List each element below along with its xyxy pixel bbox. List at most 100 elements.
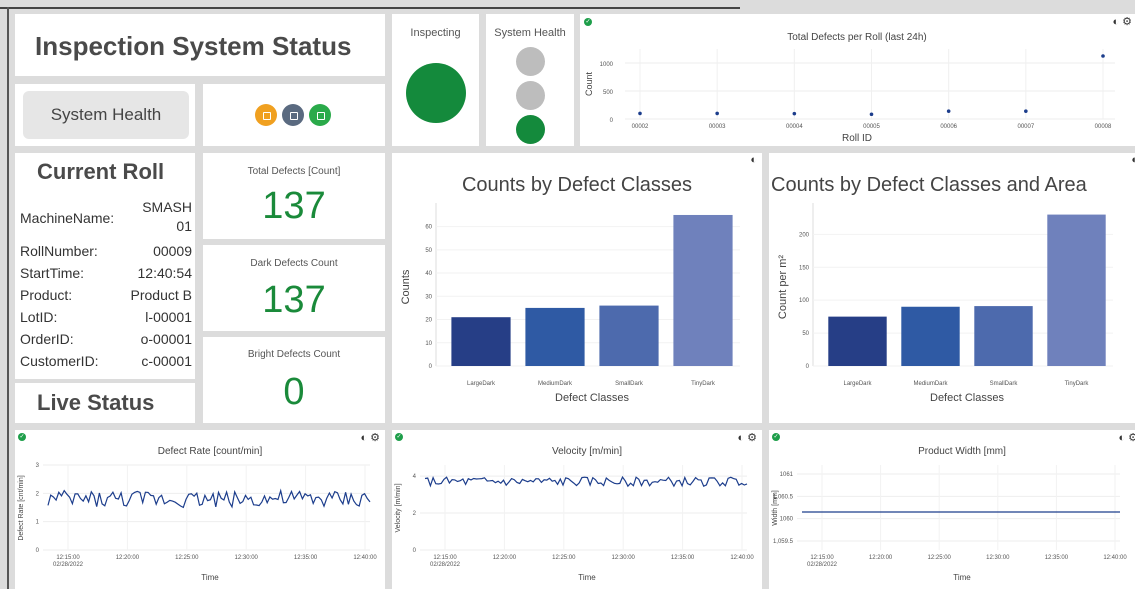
x-date-label: 02/28/2022 <box>53 562 84 568</box>
x-tick-label: 12:15:00 <box>56 555 80 561</box>
roll-field-value: c-00001 <box>141 353 192 369</box>
gear-icon[interactable]: ⚙ <box>1122 16 1135 28</box>
status-light-ok <box>309 104 331 126</box>
gear-icon[interactable]: ⚙ <box>747 432 760 444</box>
defect-rate-chart: Defect Rate [count/min] Time Defect Rate [… <box>18 446 377 582</box>
metric-bright-defects: Bright Defects Count 0 <box>203 337 385 423</box>
y-tick-label: 3 <box>36 463 40 469</box>
current-roll-details: MachineName: SMASH 01 RollNumber: 00009 Star… <box>15 191 195 379</box>
y-tick-label: 150 <box>799 265 810 271</box>
toggle-icon[interactable]: ◐ <box>1131 154 1135 166</box>
status-light-warning <box>255 104 277 126</box>
roll-field-key: LotID: <box>20 309 58 325</box>
x-tick-label: 00005 <box>863 124 880 130</box>
y-tick-label: 0 <box>36 548 40 554</box>
roll-field-key: Product: <box>20 287 73 303</box>
chart-tools: ◐⚙ <box>737 431 760 444</box>
y-tick-label: 1,059.5 <box>773 539 794 545</box>
y-tick-label: 2 <box>36 491 40 497</box>
x-tick-label: 12:15:00 <box>433 555 457 561</box>
roll-field-key: MachineName: <box>20 210 115 226</box>
roll-field-value: o-00001 <box>140 331 192 347</box>
data-point <box>715 111 719 116</box>
x-tick-label: 00002 <box>632 124 649 130</box>
toggle-icon[interactable]: ◐ <box>360 432 370 444</box>
y-tick-label: 500 <box>603 90 614 96</box>
x-tick-label: MediumDark <box>538 381 573 387</box>
inspecting-panel: Inspecting <box>392 14 479 146</box>
roll-field-key: CustomerID: <box>20 353 99 369</box>
y-tick-label: 0 <box>413 548 417 554</box>
bar <box>599 305 659 366</box>
x-tick-label: 12:20:00 <box>493 555 517 561</box>
counts-by-class-chart: Counts by Defect Classes Defect Classes Co… <box>400 174 740 404</box>
x-tick-label: MediumDark <box>913 381 948 387</box>
y-tick-label: 0 <box>429 364 433 370</box>
x-tick-label: SmallDark <box>990 381 1019 387</box>
defects-per-roll-chart: Total Defects per Roll (last 24h) Roll ID… <box>584 32 1115 144</box>
roll-field-value: l-00001 <box>145 309 192 325</box>
y-tick-label: 0 <box>806 364 810 370</box>
y-tick-label: 0 <box>610 118 614 124</box>
x-tick-label: 12:35:00 <box>1045 555 1069 561</box>
product-width-panel: ✓ ◐⚙ Product Width [mm]TimeWidth [mm]1,0… <box>769 430 1135 589</box>
roll-field-key: OrderID: <box>20 331 74 347</box>
chart-title: Velocity [m/min] <box>552 446 622 457</box>
data-point <box>638 111 642 116</box>
title-panel: Inspection System Status <box>15 14 385 76</box>
gear-icon[interactable]: ⚙ <box>1128 432 1135 444</box>
y-tick-label: 1060 <box>780 517 794 523</box>
metric-value: 137 <box>262 185 326 227</box>
system-health-light <box>516 47 545 76</box>
metric-label: Total Defects [Count] <box>247 166 341 177</box>
x-tick-label: SmallDark <box>615 381 644 387</box>
y-tick-label: 1061 <box>780 472 794 478</box>
product-width-chart: Product Width [mm]TimeWidth [mm]1,059.51… <box>772 446 1127 582</box>
metric-dark-defects: Dark Defects Count 137 <box>203 245 385 331</box>
data-point <box>1101 54 1105 58</box>
page-title: Inspection System Status <box>35 31 352 61</box>
toggle-icon[interactable]: ◐ <box>1112 16 1122 28</box>
x-tick-label: 12:25:00 <box>552 555 576 561</box>
metric-label: Dark Defects Count <box>250 258 338 269</box>
x-tick-label: 00006 <box>940 124 957 130</box>
y-axis-label: Velocity [m/min] <box>395 483 402 532</box>
chart-title: Counts by Defect Classes <box>462 174 692 196</box>
roll-field-value: Product B <box>130 287 192 303</box>
toggle-icon[interactable]: ◐ <box>1118 432 1128 444</box>
metric-value: 137 <box>262 279 326 321</box>
toggle-icon[interactable]: ◐ <box>750 154 760 166</box>
y-tick-label: 50 <box>425 248 432 254</box>
toggle-icon[interactable]: ◐ <box>737 432 747 444</box>
system-health-button[interactable]: System Health <box>23 91 189 139</box>
y-tick-label: 1000 <box>600 62 614 68</box>
x-tick-label: 12:25:00 <box>175 555 199 561</box>
x-tick-label: LargeDark <box>843 381 872 387</box>
current-roll-header: Current Roll <box>15 153 195 191</box>
roll-field-key: StartTime: <box>20 265 85 281</box>
roll-field-value: 12:40:54 <box>137 265 193 281</box>
status-light-info <box>282 104 304 126</box>
counts-by-area-panel: ◐ Counts by Defect Classes and Area Defec… <box>769 153 1135 423</box>
defects-per-roll-panel: ✓ ◐⚙ Total Defects per Roll (last 24h) Ro… <box>580 14 1135 146</box>
y-tick-label: 40 <box>425 271 432 277</box>
x-tick-label: 12:30:00 <box>235 555 259 561</box>
left-border <box>7 7 9 589</box>
x-tick-label: LargeDark <box>467 381 496 387</box>
x-axis-label: Defect Classes <box>930 392 1004 404</box>
top-border <box>0 7 740 9</box>
metric-total-defects: Total Defects [Count] 137 <box>203 153 385 239</box>
status-light-inner-icon <box>263 112 271 120</box>
chart-tools: ◐ <box>750 154 760 166</box>
roll-field-value: SMASH 01 <box>142 199 192 234</box>
roll-field-key: RollNumber: <box>20 243 98 259</box>
gear-icon[interactable]: ⚙ <box>370 432 383 444</box>
x-tick-label: 12:20:00 <box>116 555 140 561</box>
status-light-inner-icon <box>317 112 325 120</box>
ok-badge-icon: ✓ <box>18 433 26 441</box>
y-tick-label: 4 <box>413 474 417 480</box>
bar <box>673 214 733 366</box>
velocity-chart: Velocity [m/min] Time Velocity [m/min] 0 2 4 1… <box>395 446 754 582</box>
bar <box>525 307 585 366</box>
x-tick-label: 12:35:00 <box>294 555 318 561</box>
